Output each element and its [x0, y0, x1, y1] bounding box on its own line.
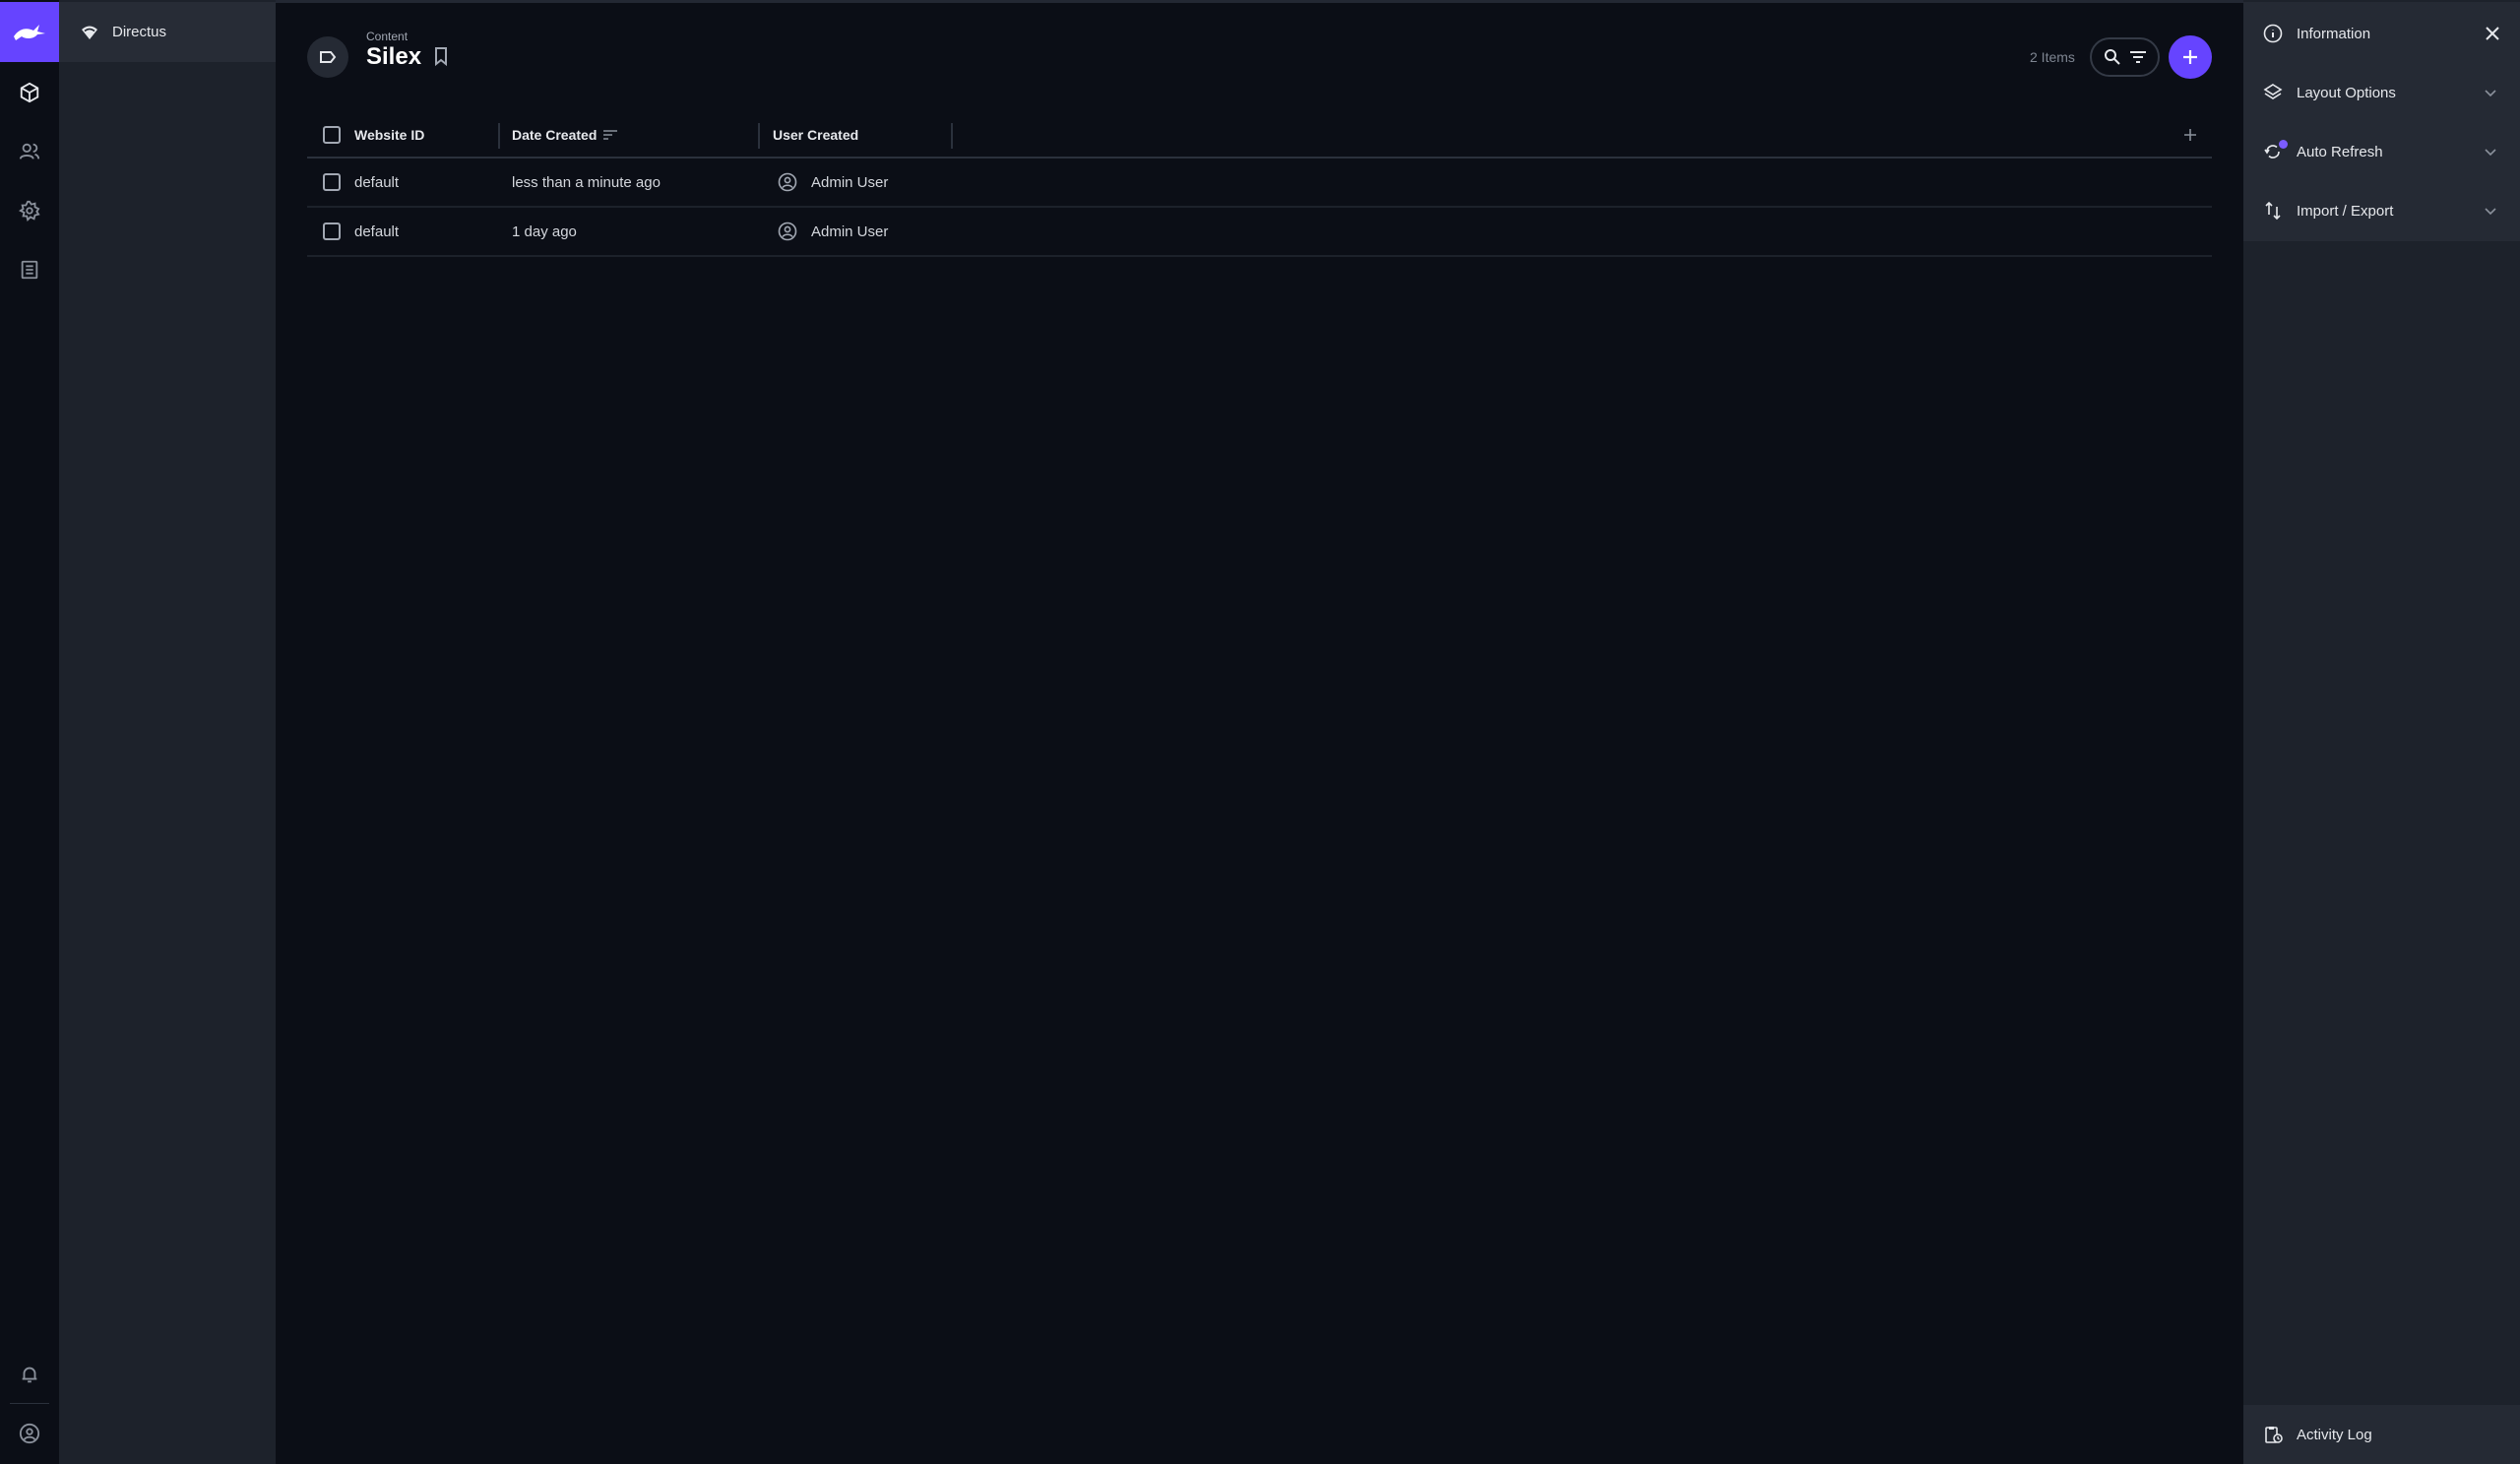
settings-icon[interactable]	[16, 197, 43, 224]
cell-date-created: less than a minute ago	[512, 173, 661, 191]
plus-icon	[2184, 129, 2196, 141]
sidebar-auto-refresh[interactable]: Auto Refresh	[2243, 122, 2520, 181]
column-header-user-created[interactable]: User Created	[773, 111, 858, 159]
module-divider	[10, 1403, 49, 1404]
column-header-website-id[interactable]: Website ID	[354, 111, 424, 159]
project-switcher[interactable]: Directus	[59, 2, 276, 62]
row-checkbox[interactable]	[323, 173, 341, 191]
column-resize-handle[interactable]	[951, 123, 953, 149]
cell-website-id: default	[354, 173, 400, 191]
sidebar-activity-log[interactable]: Activity Log	[2243, 1405, 2520, 1464]
import-export-icon	[2265, 201, 2281, 221]
filter-icon[interactable]	[2129, 50, 2147, 64]
search-filter-control[interactable]	[2090, 37, 2160, 77]
cell-date-created: 1 day ago	[512, 223, 577, 240]
right-sidebar: Information Layout Options Auto Refresh	[2243, 0, 2520, 1464]
notifications-icon[interactable]	[16, 1361, 43, 1388]
chevron-down-icon	[2485, 208, 2496, 216]
user-name: Admin User	[811, 223, 889, 240]
row-checkbox[interactable]	[323, 223, 341, 240]
label-icon	[320, 51, 337, 63]
cell-website-id: default	[354, 223, 400, 240]
info-icon	[2263, 24, 2283, 43]
user-profile-icon[interactable]	[16, 1420, 43, 1447]
content-icon[interactable]	[16, 79, 43, 106]
select-all-checkbox[interactable]	[323, 126, 341, 144]
sidebar-label: Information	[2297, 25, 2371, 42]
sidebar-label: Import / Export	[2297, 202, 2394, 220]
sidebar-layout-options[interactable]: Layout Options	[2243, 63, 2520, 122]
docs-icon[interactable]	[16, 256, 43, 284]
create-item-button[interactable]	[2169, 35, 2212, 79]
chevron-down-icon	[2485, 90, 2496, 97]
sidebar-label: Activity Log	[2297, 1426, 2372, 1443]
rabbit-logo-icon	[14, 24, 45, 40]
navigation-pane: Directus	[59, 0, 276, 1464]
column-label: Date Created	[512, 127, 598, 143]
table-row[interactable]: default less than a minute ago Admin Use…	[307, 159, 2212, 208]
item-count: 2 Items	[2030, 49, 2075, 65]
table-header: Website ID Date Created User Created	[307, 111, 2212, 159]
wifi-icon	[82, 26, 97, 39]
sidebar-sections: Information Layout Options Auto Refresh	[2243, 2, 2520, 241]
sidebar-information[interactable]: Information	[2243, 4, 2520, 63]
sort-icon[interactable]	[602, 129, 618, 141]
activity-log-icon	[2265, 1427, 2283, 1443]
user-avatar-icon	[778, 172, 797, 192]
column-label: User Created	[773, 127, 859, 143]
auto-refresh-indicator-dot	[2279, 140, 2288, 149]
module-bar	[0, 0, 59, 1464]
sidebar-label: Layout Options	[2297, 84, 2396, 101]
plus-icon	[2183, 50, 2197, 64]
add-field-button[interactable]	[2182, 111, 2198, 159]
directus-logo[interactable]	[0, 2, 59, 62]
project-name: Directus	[112, 24, 167, 40]
close-icon[interactable]	[2483, 24, 2502, 43]
search-icon[interactable]	[2104, 48, 2121, 66]
column-resize-handle[interactable]	[498, 123, 500, 149]
cell-user-created: Admin User	[778, 159, 888, 206]
items-table: Website ID Date Created User Created def…	[307, 111, 2212, 257]
collection-icon-button[interactable]	[307, 36, 348, 78]
layers-icon	[2263, 84, 2283, 99]
column-header-date-created[interactable]: Date Created	[512, 111, 618, 159]
sidebar-import-export[interactable]: Import / Export	[2243, 181, 2520, 240]
user-name: Admin User	[811, 173, 889, 191]
table-row[interactable]: default 1 day ago Admin User	[307, 208, 2212, 257]
users-icon[interactable]	[16, 138, 43, 165]
breadcrumb[interactable]: Content	[366, 30, 408, 43]
chevron-down-icon	[2485, 149, 2496, 157]
page-title: Silex	[366, 43, 422, 70]
main-content: Content Silex 2 Items Website ID Date Cr…	[276, 0, 2243, 1464]
cell-user-created: Admin User	[778, 208, 888, 255]
column-resize-handle[interactable]	[758, 123, 760, 149]
column-label: Website ID	[354, 127, 425, 143]
user-avatar-icon	[778, 222, 797, 241]
bookmark-icon[interactable]	[431, 45, 451, 67]
sidebar-label: Auto Refresh	[2297, 143, 2383, 160]
